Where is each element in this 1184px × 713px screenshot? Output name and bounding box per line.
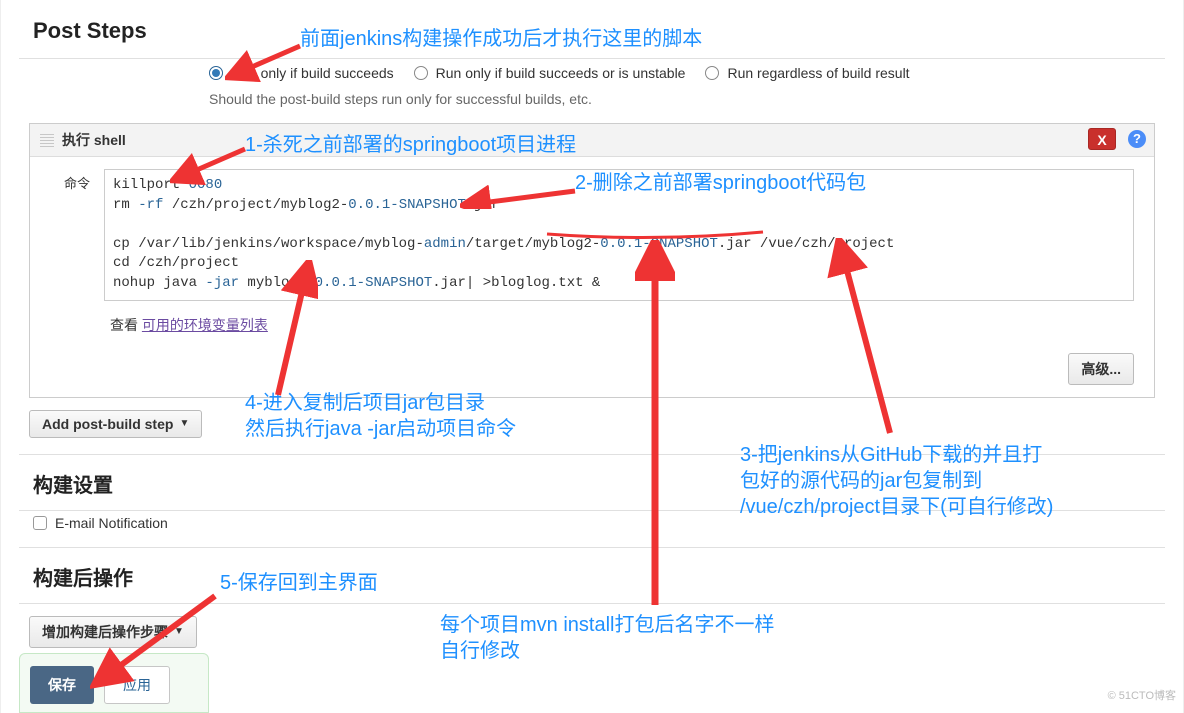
shell-header[interactable]: 执行 shell <box>30 124 1154 157</box>
radio-succeeds-unstable[interactable] <box>414 66 428 80</box>
radio-group-run-condition: Run only if build succeeds Run only if b… <box>19 59 1165 87</box>
shell-step-box: X ? 执行 shell 命令 killport 0080 rm -rf /cz… <box>29 123 1155 398</box>
post-build-actions-title: 构建后操作 <box>19 548 1165 603</box>
chevron-down-icon: ▼ <box>174 626 184 637</box>
build-settings-title: 构建设置 <box>19 455 1165 510</box>
radio-label-regardless: Run regardless of build result <box>727 65 909 81</box>
watermark: © 51CTO博客 <box>1108 687 1176 703</box>
page-title-post-steps: Post Steps <box>19 0 1165 58</box>
radio-label-succeeds: Run only if build succeeds <box>231 65 394 81</box>
save-apply-bar: 保存 应用 <box>19 653 209 713</box>
email-notification-label: E-mail Notification <box>55 515 168 531</box>
help-icon[interactable]: ? <box>1128 130 1146 148</box>
chevron-down-icon: ▼ <box>179 418 189 429</box>
radio-regardless[interactable] <box>705 66 719 80</box>
shell-header-label: 执行 shell <box>62 130 126 150</box>
add-post-build-step-button[interactable]: Add post-build step ▼ <box>29 410 202 438</box>
hint-text: Should the post-build steps run only for… <box>19 87 1165 117</box>
apply-button[interactable]: 应用 <box>104 666 170 704</box>
radio-label-succeeds-unstable: Run only if build succeeds or is unstabl… <box>436 65 686 81</box>
radio-succeeds[interactable] <box>209 66 223 80</box>
shell-footer: 查看 可用的环境变量列表 <box>30 311 1154 349</box>
drag-icon[interactable] <box>40 133 54 147</box>
email-notification-checkbox[interactable] <box>33 516 47 530</box>
add-post-build-action-button[interactable]: 增加构建后操作步骤 ▼ <box>29 616 197 648</box>
shell-command-input[interactable]: killport 0080 rm -rf /czh/project/myblog… <box>104 169 1134 301</box>
env-vars-link[interactable]: 可用的环境变量列表 <box>142 317 268 333</box>
save-button[interactable]: 保存 <box>30 666 94 704</box>
close-icon[interactable]: X <box>1088 128 1116 150</box>
advanced-button[interactable]: 高级... <box>1068 353 1134 385</box>
command-label: 命令 <box>50 169 90 301</box>
